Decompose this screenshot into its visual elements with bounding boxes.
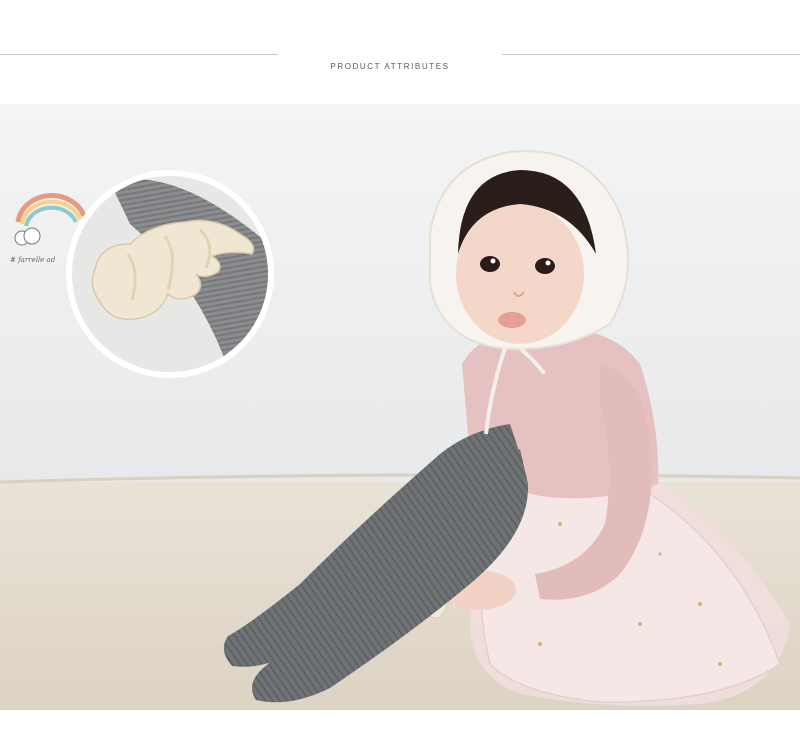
- section-title: PRODUCT ATTRIBUTES: [330, 62, 450, 71]
- divider-right: [502, 54, 800, 55]
- product-photo: # farrelle ad: [0, 104, 800, 710]
- svg-text:# farrelle ad: # farrelle ad: [10, 256, 56, 264]
- header-section: PRODUCT ATTRIBUTES: [0, 0, 800, 104]
- divider-left: [0, 54, 278, 55]
- footer-spacer: [0, 710, 800, 737]
